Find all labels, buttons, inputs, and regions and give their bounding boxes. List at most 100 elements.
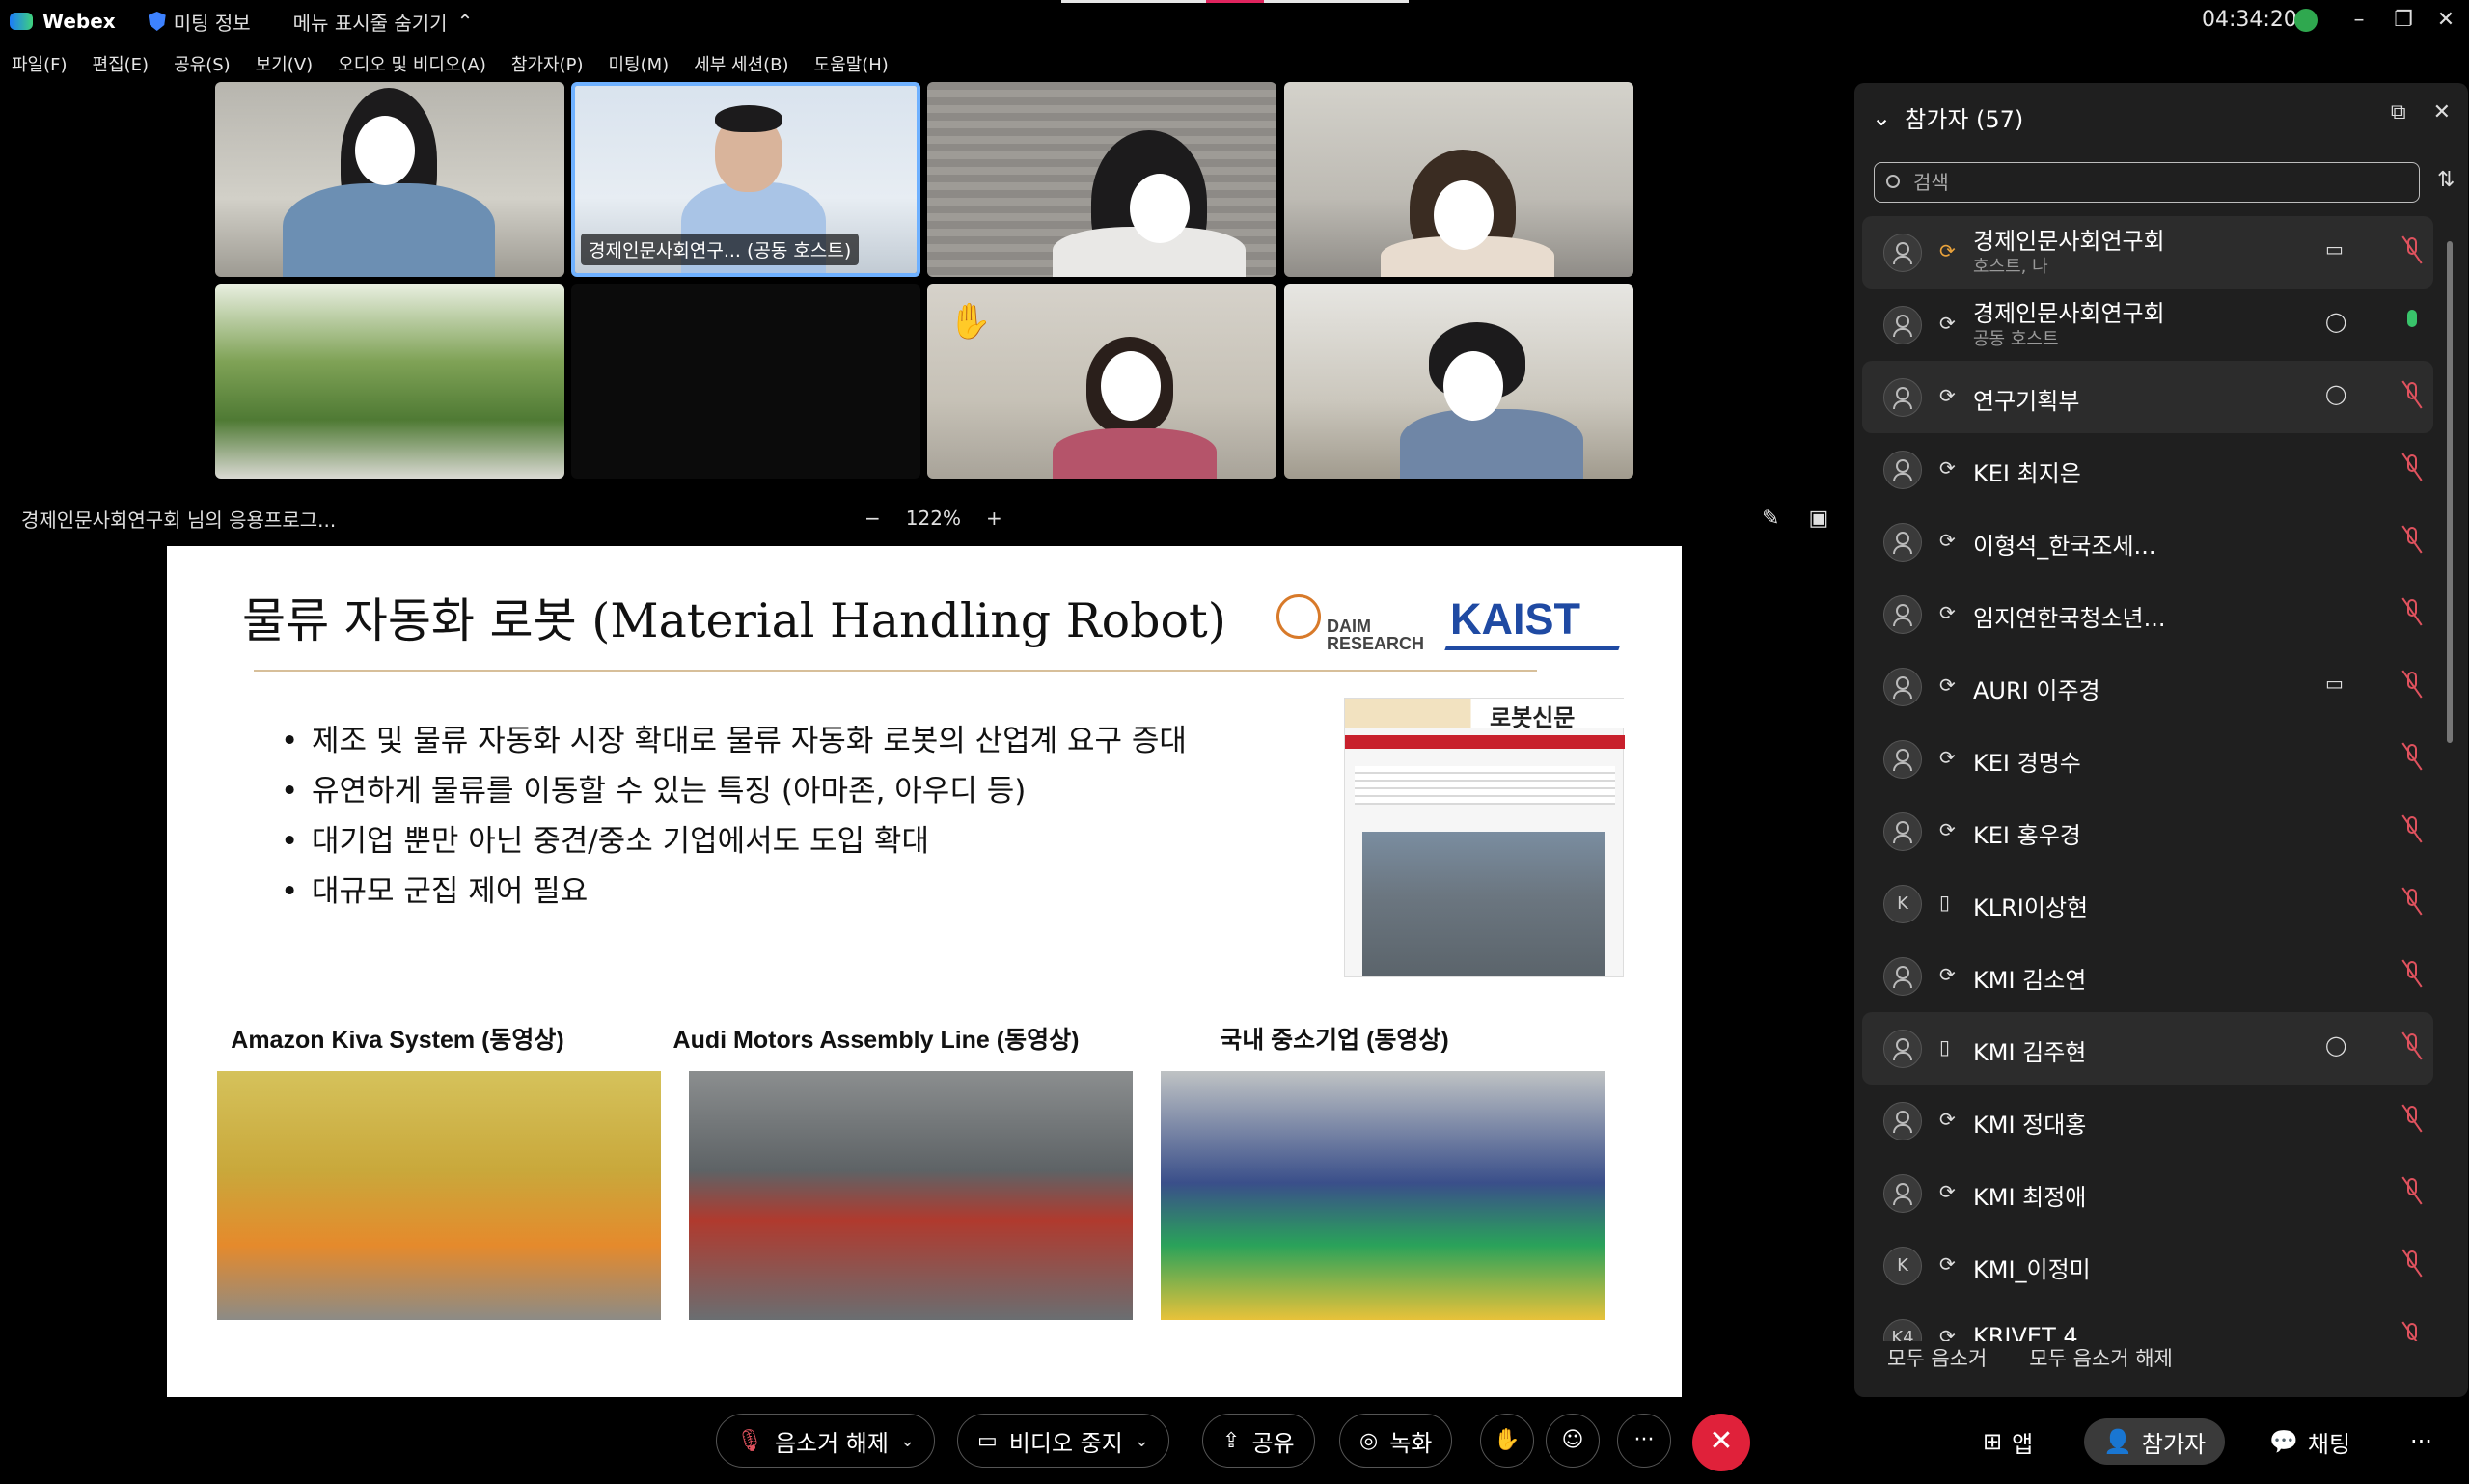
- apps-button[interactable]: ⊞ 앱: [1963, 1418, 2052, 1465]
- zoom-in-button[interactable]: +: [986, 507, 1002, 530]
- video-tile[interactable]: [1284, 82, 1633, 277]
- chevron-down-icon[interactable]: ⌄: [1135, 1431, 1149, 1451]
- microphone-muted-icon[interactable]: [2400, 887, 2424, 916]
- overflow-button[interactable]: ···: [2391, 1418, 2452, 1465]
- microphone-muted-icon[interactable]: [2400, 235, 2424, 264]
- restore-button[interactable]: ❐: [2389, 6, 2418, 35]
- title-bar: Webex 미팅 정보 메뉴 표시줄 숨기기 ⌃ 04:34:20 – ❐ ✕: [0, 0, 2469, 42]
- menu-participants[interactable]: 참가자(P): [511, 51, 584, 76]
- microphone-muted-icon[interactable]: [2400, 814, 2424, 843]
- microphone-muted-icon[interactable]: [2400, 670, 2424, 699]
- microphone-muted-icon[interactable]: [2400, 380, 2424, 409]
- network-signal-icon[interactable]: [2294, 9, 2318, 32]
- participant-row[interactable]: ⟳ 경제인문사회연구회 호스트, 나 ▭: [1862, 216, 2433, 289]
- chat-bubble-icon[interactable]: ◯: [2325, 382, 2346, 405]
- microphone-muted-icon[interactable]: [2400, 742, 2424, 771]
- menu-breakout[interactable]: 세부 세션(B): [694, 51, 788, 76]
- daim-research-logo: DAIM RESEARCH: [1276, 594, 1431, 654]
- menu-help[interactable]: 도움말(H): [814, 51, 889, 76]
- record-button[interactable]: ◎ 녹화: [1339, 1414, 1453, 1468]
- participants-button[interactable]: 👤 참가자: [2084, 1418, 2226, 1465]
- meeting-info-button[interactable]: 미팅 정보: [148, 8, 251, 36]
- participant-row[interactable]: ⟳ 임지연한국청소년...: [1862, 578, 2433, 650]
- menu-file[interactable]: 파일(F): [12, 51, 68, 76]
- hide-menu-bar-button[interactable]: 메뉴 표시줄 숨기기 ⌃: [293, 8, 474, 36]
- participant-role: 공동 호스트: [1973, 329, 2059, 349]
- microphone-muted-icon[interactable]: [2400, 1031, 2424, 1060]
- participants-panel: ⌄ 참가자 (57) ⧉ ✕ 검색 ⇅ ⟳ 경제인문사회연구회 호스트, 나 ▭ ⟳ 경제…: [1854, 83, 2468, 1397]
- chat-bubble-icon[interactable]: ◯: [2325, 310, 2346, 333]
- share-window-icon[interactable]: ▣: [1808, 507, 1828, 531]
- chat-button[interactable]: 💬 채팅: [2250, 1418, 2370, 1465]
- menu-edit[interactable]: 편집(E): [93, 51, 150, 76]
- microphone-muted-icon[interactable]: [2400, 597, 2424, 626]
- menu-share[interactable]: 공유(S): [174, 51, 231, 76]
- reactions-button[interactable]: ☺: [1546, 1414, 1600, 1468]
- video-tile[interactable]: ✋: [927, 284, 1276, 479]
- share-label: 공유: [1251, 1429, 1295, 1457]
- leave-meeting-button[interactable]: ✕: [1692, 1414, 1750, 1471]
- participant-row[interactable]: ⟳ KMI 김소연: [1862, 940, 2433, 1012]
- video-tile[interactable]: [215, 82, 564, 277]
- unmute-button[interactable]: 🎙 음소거 해제 ⌄: [716, 1414, 936, 1468]
- share-button[interactable]: ⇪ 공유: [1202, 1414, 1315, 1468]
- share-screen-icon: ⇪: [1222, 1428, 1241, 1453]
- hide-menu-label: 메뉴 표시줄 숨기기: [292, 11, 448, 35]
- participant-list-scrollbar[interactable]: [2447, 241, 2453, 743]
- more-options-button[interactable]: ···: [1617, 1414, 1671, 1468]
- microphone-muted-icon[interactable]: [2400, 959, 2424, 988]
- video-tile-active-speaker[interactable]: 경제인문사회연구... (공동 호스트): [571, 82, 920, 277]
- video-tile[interactable]: [1284, 284, 1633, 479]
- annotate-icon[interactable]: ✎: [1762, 507, 1779, 531]
- close-window-button[interactable]: ✕: [2431, 6, 2460, 35]
- raise-hand-button[interactable]: ✋: [1480, 1414, 1534, 1468]
- participant-name: KEI 최지은: [1973, 460, 2081, 487]
- phone-icon: ▯: [1939, 891, 1951, 914]
- participant-row[interactable]: ⟳ KMI 최정애: [1862, 1157, 2433, 1229]
- stop-video-button[interactable]: ▭ 비디오 중지 ⌄: [957, 1414, 1169, 1468]
- participant-row[interactable]: ⟳ KEI 홍우경: [1862, 795, 2433, 867]
- unmute-all-button[interactable]: 모두 음소거 해제: [2029, 1343, 2173, 1372]
- participant-row[interactable]: ⟳ 이형석_한국조세...: [1862, 506, 2433, 578]
- microphone-muted-icon[interactable]: [2400, 1321, 2424, 1341]
- minimize-button[interactable]: –: [2345, 6, 2373, 35]
- microphone-muted-icon[interactable]: [2400, 1249, 2424, 1278]
- mute-all-button[interactable]: 모두 음소거: [1887, 1343, 1987, 1372]
- participant-row[interactable]: ⟳ 연구기획부 ◯: [1862, 361, 2433, 433]
- microphone-on-icon[interactable]: [2400, 308, 2424, 337]
- zoom-level[interactable]: 122%: [906, 507, 961, 530]
- menu-view[interactable]: 보기(V): [256, 51, 313, 76]
- participant-row[interactable]: ⟳ KEI 경명수: [1862, 723, 2433, 795]
- participant-row[interactable]: ⟳ 경제인문사회연구회 공동 호스트 ◯: [1862, 289, 2433, 361]
- participant-search-input[interactable]: 검색: [1874, 162, 2420, 203]
- participants-header[interactable]: ⌄ 참가자 (57): [1872, 100, 2023, 134]
- zoom-out-button[interactable]: −: [864, 507, 881, 530]
- video-tile[interactable]: [215, 284, 564, 479]
- chat-bubble-icon[interactable]: ◯: [2325, 1033, 2346, 1057]
- video-tile-off[interactable]: [571, 284, 920, 479]
- close-panel-icon[interactable]: ✕: [2433, 100, 2451, 124]
- microphone-muted-icon[interactable]: [2400, 1176, 2424, 1205]
- domestic-sme-video-thumbnail[interactable]: [1161, 1071, 1605, 1320]
- participant-row[interactable]: ⟳ KMI 정대홍: [1862, 1085, 2433, 1157]
- microphone-muted-icon[interactable]: [2400, 525, 2424, 554]
- participant-row[interactable]: K ▯ KLRI이상현: [1862, 867, 2433, 940]
- participant-row[interactable]: ⟳ AURI 이주경 ▭: [1862, 650, 2433, 723]
- menu-audio-video[interactable]: 오디오 및 비디오(A): [338, 51, 486, 76]
- pop-out-icon[interactable]: ⧉: [2391, 100, 2406, 124]
- sort-icon[interactable]: ⇅: [2437, 168, 2455, 192]
- chevron-down-icon[interactable]: ⌄: [900, 1431, 915, 1451]
- menu-meeting[interactable]: 미팅(M): [608, 51, 669, 76]
- participant-row[interactable]: ▯ KMI 김주현 ◯: [1862, 1012, 2433, 1085]
- chevron-down-icon[interactable]: ⌄: [1872, 104, 1891, 131]
- microphone-muted-icon[interactable]: [2400, 453, 2424, 481]
- bullet-item: 대기업 뿐만 아닌 중견/중소 기업에서도 도입 확대: [281, 816, 1187, 866]
- participant-row[interactable]: K ⟳ KMI_이정미: [1862, 1229, 2433, 1302]
- participant-row[interactable]: K4 ⟳ KRIVET 4: [1862, 1302, 2433, 1341]
- participant-row[interactable]: ⟳ KEI 최지은: [1862, 433, 2433, 506]
- amazon-kiva-video-thumbnail[interactable]: [217, 1071, 661, 1320]
- audi-assembly-video-thumbnail[interactable]: [689, 1071, 1133, 1320]
- video-tile[interactable]: [927, 82, 1276, 277]
- newspaper-logo: 로봇신문: [1490, 704, 1576, 731]
- microphone-muted-icon[interactable]: [2400, 1104, 2424, 1133]
